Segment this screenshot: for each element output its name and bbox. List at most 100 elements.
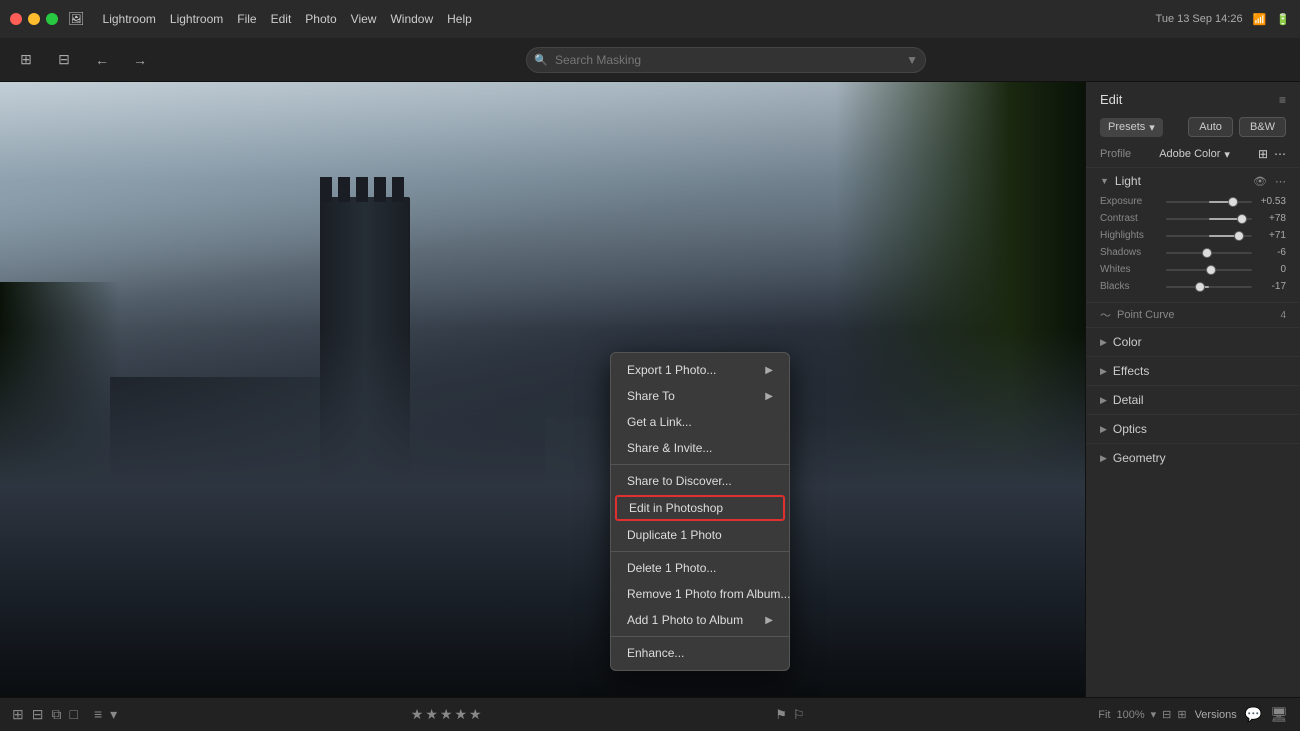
search-input[interactable] [526, 47, 926, 73]
whites-thumb[interactable] [1206, 265, 1216, 275]
point-curve-text: Point Curve [1117, 309, 1174, 321]
sort-icons: ≡ ▾ [94, 706, 117, 723]
menu-help[interactable]: Help [447, 12, 472, 26]
bw-button[interactable]: B&W [1239, 117, 1286, 137]
optics-section[interactable]: ▶ Optics [1086, 414, 1300, 443]
menu-view[interactable]: View [351, 12, 377, 26]
minimize-button[interactable] [28, 13, 40, 25]
exposure-thumb[interactable] [1228, 197, 1238, 207]
highlights-thumb[interactable] [1234, 231, 1244, 241]
blacks-thumb[interactable] [1195, 282, 1205, 292]
star-3[interactable]: ★ [440, 706, 453, 723]
flag-icon[interactable]: ⚑ [775, 707, 787, 723]
fit-info: Fit 100% ▾ ⊟ ⊞ [1098, 708, 1186, 721]
light-section-header[interactable]: ▼ Light 👁 ⋯ [1086, 167, 1300, 194]
color-section[interactable]: ▶ Color [1086, 327, 1300, 356]
ctx-share-to[interactable]: Share To ▶ [611, 383, 789, 409]
ctx-share-discover-label: Share to Discover... [627, 474, 732, 488]
ctx-export-arrow: ▶ [765, 365, 773, 376]
sidebar-toggle-button[interactable]: ⊞ [12, 46, 40, 74]
ctx-share-discover[interactable]: Share to Discover... [611, 468, 789, 494]
ctx-get-link-label: Get a Link... [627, 415, 692, 429]
menu-edit[interactable]: Edit [271, 12, 292, 26]
ctx-add-album-arrow: ▶ [765, 615, 773, 626]
wifi-icon: 📶 [1253, 13, 1267, 26]
ctx-delete[interactable]: Delete 1 Photo... [611, 555, 789, 581]
menu-file[interactable]: File [237, 12, 256, 26]
point-curve-row[interactable]: 〜 Point Curve 4 [1086, 302, 1300, 327]
ctx-add-album[interactable]: Add 1 Photo to Album ▶ [611, 607, 789, 633]
castle-overlay [0, 174, 1085, 697]
close-button[interactable] [10, 13, 22, 25]
monitor-icon[interactable]: 🖥 [1270, 706, 1288, 723]
zoom-fit-icon[interactable]: ⊟ [1162, 708, 1171, 721]
color-section-label: ▶ Color [1100, 335, 1142, 349]
zoom-fill-icon[interactable]: ⊞ [1177, 708, 1186, 721]
curve-icon: 〜 [1100, 307, 1111, 323]
fit-arrow-icon[interactable]: ▾ [1151, 708, 1157, 721]
ctx-separator-3 [611, 636, 789, 637]
profile-row: Profile Adobe Color ▾ ⊞ ⋯ [1086, 141, 1300, 167]
menu-photo[interactable]: Photo [305, 12, 336, 26]
shadows-track[interactable] [1166, 252, 1252, 254]
panel-settings-icon[interactable]: ≡ [1279, 93, 1286, 107]
light-section-label: Light [1115, 174, 1141, 188]
navbar: ⊞ ⊟ ← → 🔍 ▼ [0, 38, 1300, 82]
shadows-thumb[interactable] [1202, 248, 1212, 258]
auto-button[interactable]: Auto [1188, 117, 1233, 137]
square-icon[interactable]: □ [69, 706, 77, 723]
menu-lightroom[interactable]: Lightroom [170, 12, 223, 26]
menu-window[interactable]: Window [390, 12, 433, 26]
contrast-track[interactable] [1166, 218, 1252, 220]
detail-chevron-icon: ▶ [1100, 395, 1107, 406]
grid-view-button[interactable]: ⊟ [50, 46, 78, 74]
shadows-row: Shadows -6 [1100, 247, 1286, 258]
ctx-edit-photoshop[interactable]: Edit in Photoshop [615, 495, 785, 521]
optics-section-label: ▶ Optics [1100, 422, 1147, 436]
profile-grid-icon[interactable]: ⊞ [1258, 147, 1268, 161]
back-button[interactable]: ← [88, 46, 116, 74]
photo-area[interactable]: Export 1 Photo... ▶ Share To ▶ Get a Lin… [0, 82, 1085, 697]
geometry-section[interactable]: ▶ Geometry [1086, 443, 1300, 472]
traffic-lights [10, 13, 58, 25]
effects-section[interactable]: ▶ Effects [1086, 356, 1300, 385]
compare-icon[interactable]: ⧉ [51, 706, 61, 723]
light-eye-icon[interactable]: 👁 [1253, 175, 1267, 188]
light-section-title: ▼ Light [1100, 174, 1141, 188]
ctx-share-invite[interactable]: Share & Invite... [611, 435, 789, 461]
maximize-button[interactable] [46, 13, 58, 25]
filter-icon[interactable]: ▼ [906, 53, 918, 67]
exposure-track[interactable] [1166, 201, 1252, 203]
ctx-export[interactable]: Export 1 Photo... ▶ [611, 357, 789, 383]
titlebar-right: Tue 13 Sep 14:26 📶 🔋 [1156, 13, 1290, 26]
star-1[interactable]: ★ [411, 706, 424, 723]
presets-button[interactable]: Presets ▾ [1100, 118, 1163, 137]
profile-more-icon[interactable]: ⋯ [1274, 147, 1286, 161]
blacks-track[interactable] [1166, 286, 1252, 288]
color-label-text: Color [1113, 335, 1142, 349]
star-5[interactable]: ★ [469, 706, 482, 723]
grid-icon[interactable]: ⊞ [12, 706, 24, 723]
profile-value[interactable]: Adobe Color ▾ [1159, 148, 1230, 161]
filmstrip-icon[interactable]: ⊟ [32, 706, 44, 723]
menu-adobe[interactable]: Lightroom [103, 12, 156, 26]
sort-chevron-icon[interactable]: ▾ [110, 706, 117, 723]
chat-icon[interactable]: 💬 [1245, 706, 1262, 723]
ctx-duplicate[interactable]: Duplicate 1 Photo [611, 522, 789, 548]
ctx-delete-label: Delete 1 Photo... [627, 561, 716, 575]
ctx-get-link[interactable]: Get a Link... [611, 409, 789, 435]
star-4[interactable]: ★ [454, 706, 467, 723]
ctx-remove-album[interactable]: Remove 1 Photo from Album... [611, 581, 789, 607]
panel-header: Edit ≡ [1086, 82, 1300, 113]
light-more-icon[interactable]: ⋯ [1275, 175, 1286, 188]
star-2[interactable]: ★ [425, 706, 438, 723]
whites-track[interactable] [1166, 269, 1252, 271]
color-chevron-icon: ▶ [1100, 337, 1107, 348]
forward-button[interactable]: → [126, 46, 154, 74]
sort-icon[interactable]: ≡ [94, 706, 102, 723]
reject-icon[interactable]: ⚐ [793, 707, 805, 723]
highlights-track[interactable] [1166, 235, 1252, 237]
detail-section[interactable]: ▶ Detail [1086, 385, 1300, 414]
ctx-enhance[interactable]: Enhance... [611, 640, 789, 666]
contrast-thumb[interactable] [1237, 214, 1247, 224]
